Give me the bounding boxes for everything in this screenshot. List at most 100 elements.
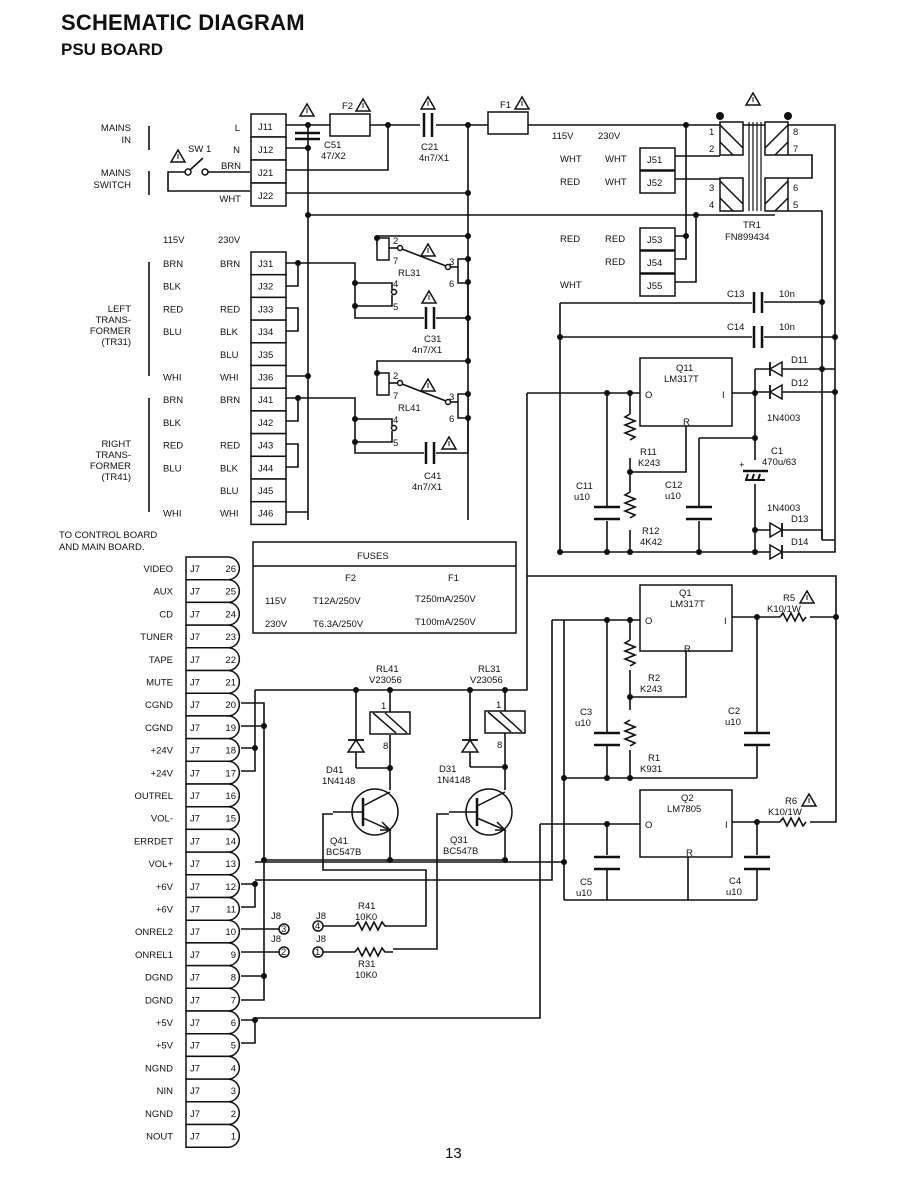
resistor-r41 — [354, 920, 393, 932]
pin-label: 6 — [449, 279, 454, 290]
svg-text:J8: J8 — [271, 911, 281, 922]
diode-d14 — [769, 543, 784, 561]
connector-label: J7 — [190, 814, 200, 825]
component-value: 470u/63 — [762, 457, 796, 468]
transformer-row: WHI WHI J46 — [163, 500, 287, 526]
table-title: FUSES — [357, 551, 389, 562]
connector-label: J42 — [258, 418, 273, 429]
pin-label: 5 — [393, 438, 398, 449]
signal-label: VOL+ — [148, 859, 173, 870]
warning-icon — [440, 435, 458, 450]
signal-label: NOUT — [146, 1132, 173, 1143]
component-value: 1N4003 — [767, 503, 800, 514]
signal-label: VOL- — [151, 814, 173, 825]
jumper-wires — [286, 262, 356, 513]
pin-number: 2 — [231, 1109, 236, 1120]
pin-number: 23 — [225, 632, 236, 643]
mains-in-label: MAINS — [101, 123, 131, 134]
component-value: 4K42 — [640, 537, 662, 548]
j7-pin-row: AUX J7 25 — [153, 578, 241, 604]
j8-pin: 2J8 — [271, 934, 290, 958]
j7-pin-row: TUNER J7 23 — [140, 624, 241, 649]
component-name: Q2 — [681, 793, 694, 804]
transistor-q31 — [449, 788, 513, 836]
signal-label: AUX — [153, 587, 173, 598]
component-value: 47/X2 — [321, 151, 346, 162]
svg-text:1: 1 — [315, 947, 320, 958]
wire-color: RED — [605, 234, 625, 245]
section-label: TO CONTROL BOARD — [59, 530, 157, 541]
wire-color: RED — [163, 304, 183, 315]
wire-color: BRN — [220, 259, 240, 270]
warning-icon — [354, 97, 372, 112]
resistor-r31 — [354, 946, 393, 958]
table-cell: T250mA/250V — [415, 594, 476, 605]
warning-icon — [513, 95, 531, 110]
wire-color: WHI — [220, 509, 238, 520]
component-name: TR1 — [743, 220, 761, 231]
wire-color: WHI — [220, 373, 238, 384]
component-value: 1N4148 — [322, 776, 355, 787]
wire-color: RED — [220, 441, 240, 452]
wire-color: BRN — [220, 395, 240, 406]
column-header: 230V — [218, 235, 241, 246]
pin-label: I — [722, 390, 725, 401]
transformer-row: BLU BLK J34 — [163, 319, 287, 344]
svg-text:+: + — [739, 460, 745, 471]
component-name: Q41 — [330, 836, 348, 847]
connector-label: J7 — [190, 1086, 200, 1097]
diode-d41 — [346, 738, 366, 768]
signal-label: CD — [159, 609, 173, 620]
signal-label: +5V — [156, 1041, 174, 1052]
j8-pin: 3J8 — [271, 911, 290, 935]
pin-label: 5 — [393, 302, 398, 313]
transformer-row: BLK J32 — [163, 273, 287, 299]
pin-label: 7 — [393, 391, 398, 402]
connector-label: J44 — [258, 463, 273, 474]
component-name: R31 — [358, 959, 375, 970]
component-value: K10/1W — [767, 604, 801, 615]
connector-label: J7 — [190, 905, 200, 916]
diode-d13 — [769, 521, 784, 539]
column-header: 230V — [598, 131, 621, 142]
signal-label: NGND — [145, 1109, 173, 1120]
connector-label: J34 — [258, 327, 273, 338]
diode-d31 — [460, 738, 480, 767]
component-value: FN899434 — [725, 232, 769, 243]
wire-label: L — [235, 123, 240, 134]
regulator-q2: Q2 LM7805 O I R R6 K10/1W C5 u10 C4 u10 — [255, 620, 818, 1019]
connector-label: J7 — [190, 700, 200, 711]
warning-icon — [298, 102, 316, 117]
pin-label: O — [645, 390, 652, 401]
warning-icon — [419, 242, 437, 257]
relay-drivers: RL41 V23056 1 8 D41 1N4148 Q41 BC547B RL… — [241, 576, 528, 1044]
component-name: RL41 — [398, 403, 421, 414]
component-value: 4n7/X1 — [419, 153, 449, 164]
transformer-connectors: 115V 230V LEFT TRANS- FORMER (TR31) RIGH… — [90, 235, 356, 526]
warning-icon — [800, 792, 818, 807]
connector-label: J7 — [190, 609, 200, 620]
signal-label: NGND — [145, 1063, 173, 1074]
j7-pin-row: +24V J7 17 — [151, 760, 241, 785]
pin-label: 7 — [793, 144, 798, 155]
tap-row: RED RED J53 — [560, 227, 676, 251]
j7-pin-row: NGND J7 2 — [145, 1101, 241, 1126]
svg-text:J8: J8 — [271, 934, 281, 945]
j7-pin-row: OUTREL J7 16 — [134, 783, 241, 808]
connector-label: J7 — [190, 859, 200, 870]
signal-label: TAPE — [149, 655, 173, 666]
warning-icon — [744, 91, 762, 106]
pin-label: 1 — [709, 127, 714, 138]
j7-pin-row: CD J7 24 — [159, 601, 241, 626]
q1-wires — [255, 393, 837, 881]
switch-wires — [167, 171, 250, 192]
section-label: AND MAIN BOARD. — [59, 542, 145, 553]
pin-label: R — [684, 644, 691, 655]
component-name: D11 — [791, 355, 808, 366]
connector-label: J22 — [258, 191, 273, 202]
pin-label: 6 — [793, 183, 798, 194]
pin-number: 14 — [225, 836, 236, 847]
component-value: 10K0 — [355, 912, 377, 923]
svg-text:J8: J8 — [316, 911, 326, 922]
pin-label: 4 — [393, 279, 398, 290]
